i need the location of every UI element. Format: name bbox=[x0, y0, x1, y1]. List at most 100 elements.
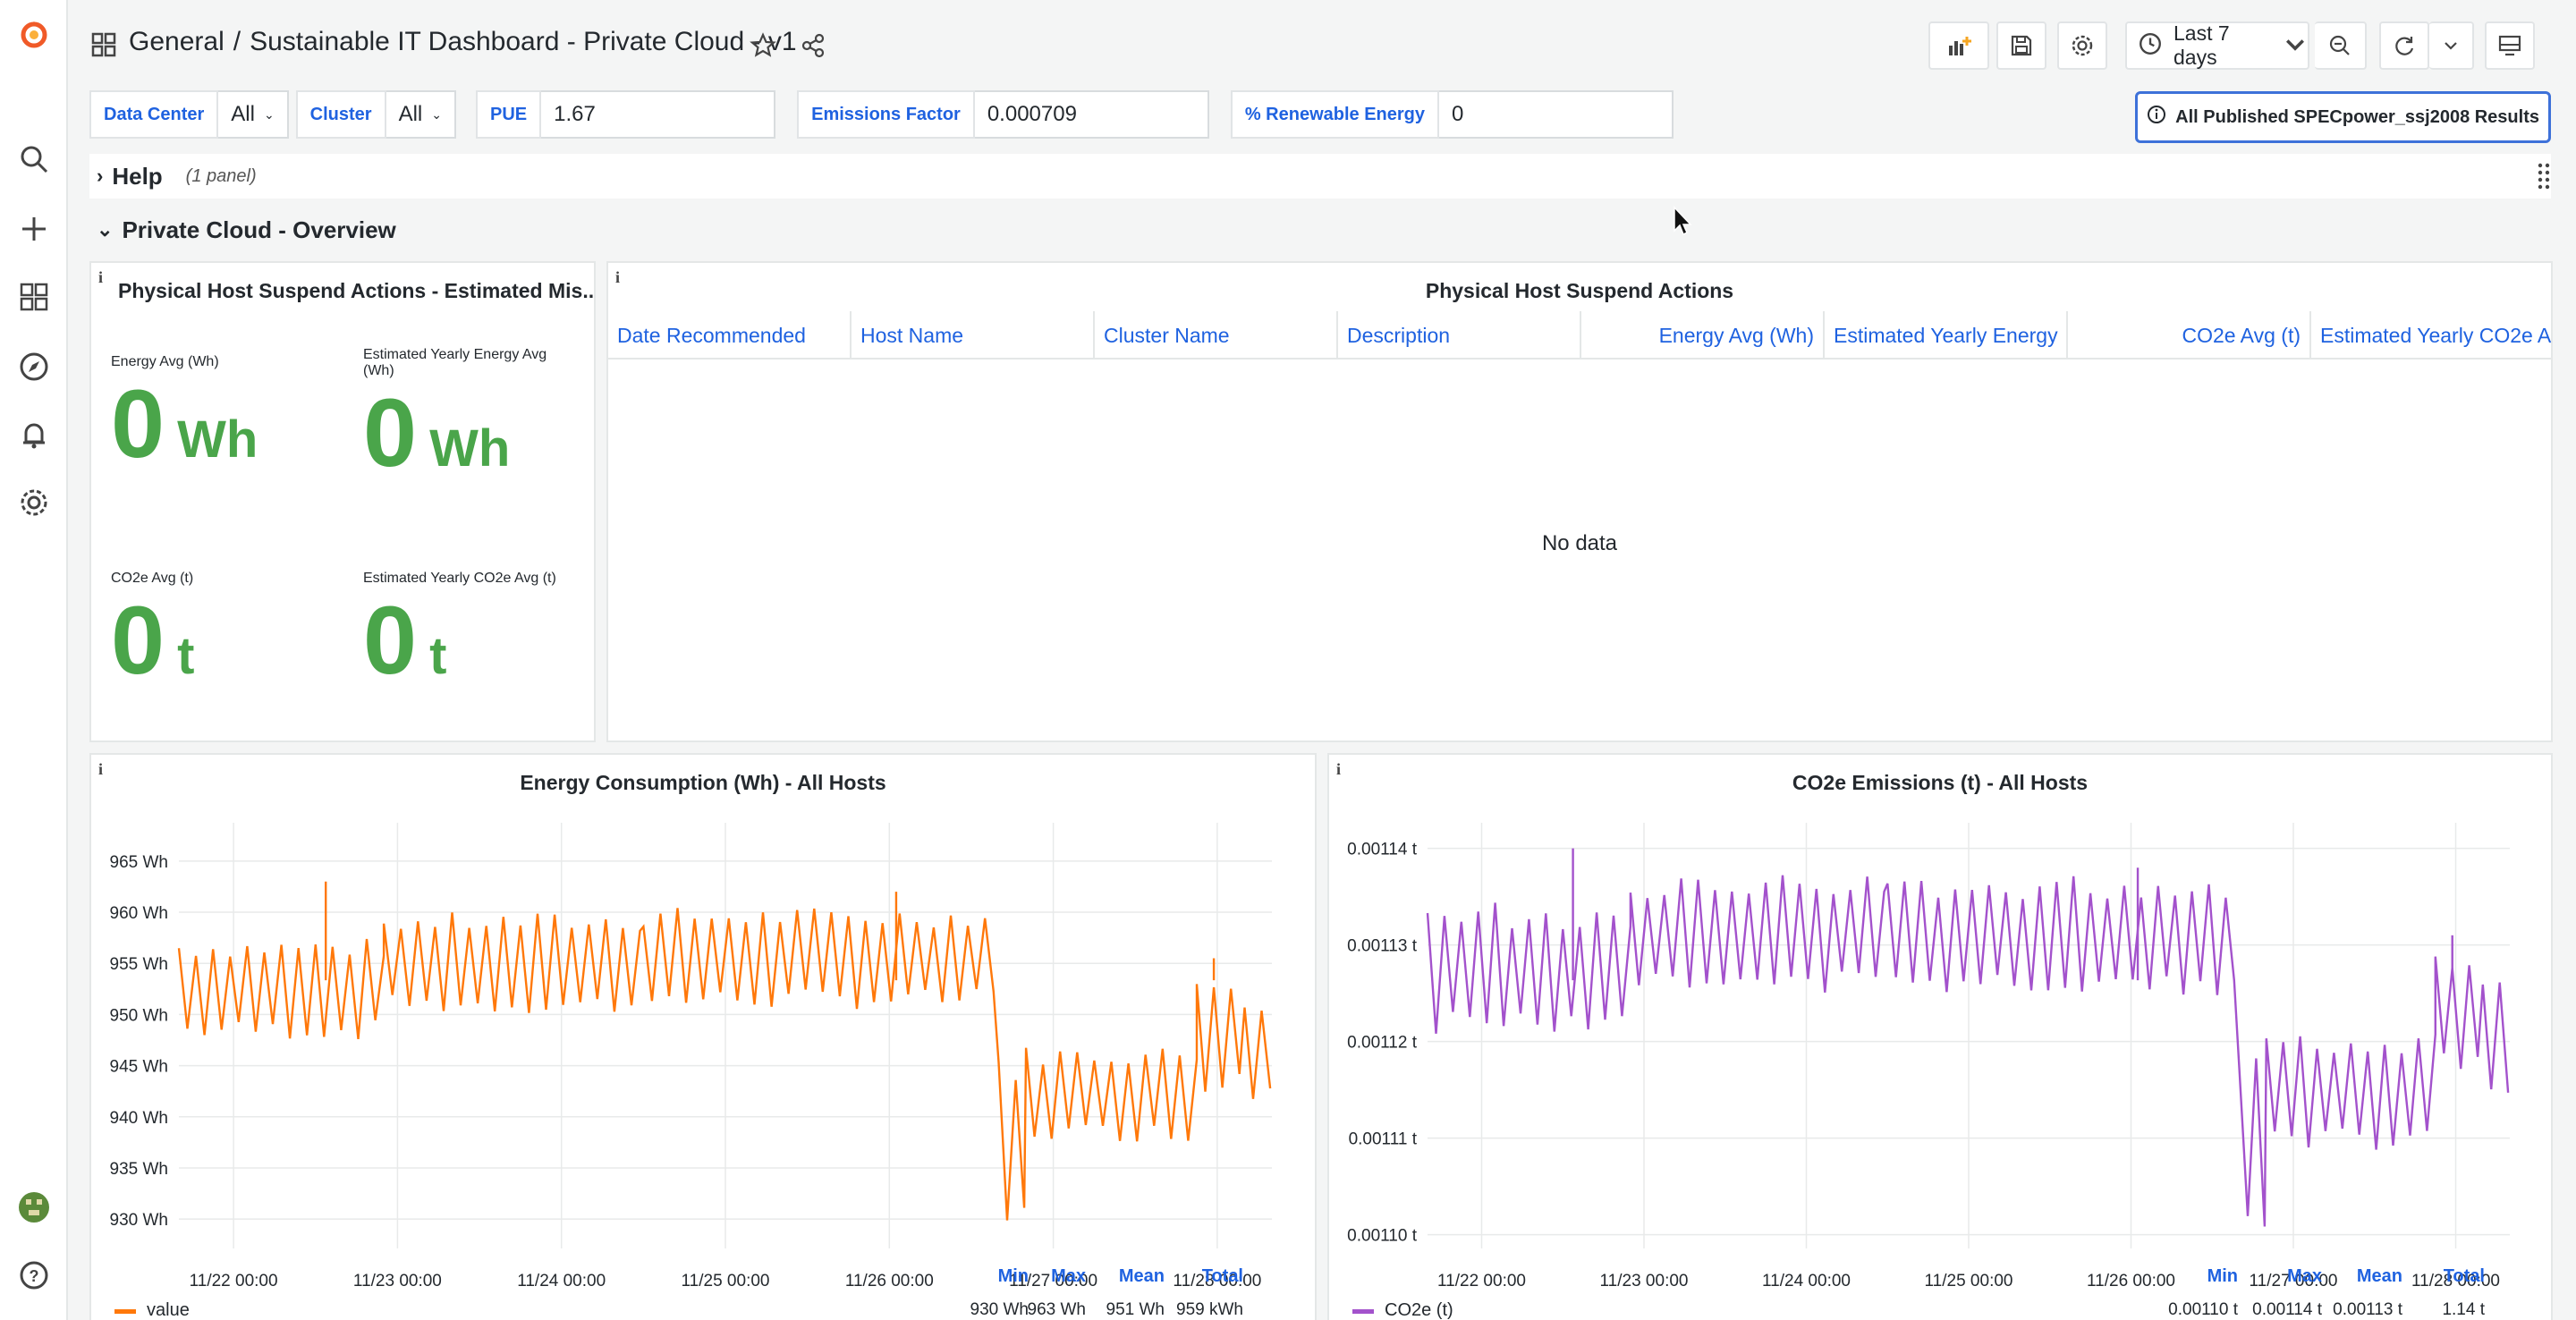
var-input-pue[interactable]: 1.67 bbox=[541, 90, 776, 139]
var-select-cluster[interactable]: All ⌄ bbox=[386, 90, 456, 139]
stat-label: Estimated Yearly Energy Avg (Wh) bbox=[363, 347, 547, 378]
legend-header[interactable]: Mean bbox=[1102, 1266, 1165, 1287]
legend-series-name: value bbox=[147, 1300, 190, 1320]
legend-series-row[interactable]: CO2e (t) 0.00110 t 0.00114 t 0.00113 t 1… bbox=[1329, 1299, 2551, 1320]
legend-mean: 951 Wh bbox=[1106, 1300, 1165, 1319]
stat-value: 0 bbox=[111, 369, 165, 478]
var-select-data-center[interactable]: All ⌄ bbox=[218, 90, 289, 139]
refresh-interval-dropdown[interactable] bbox=[2429, 21, 2474, 70]
stat-label: Energy Avg (Wh) bbox=[111, 354, 219, 369]
series-line[interactable] bbox=[177, 908, 1272, 1221]
clock-icon bbox=[2138, 31, 2163, 61]
legend-color-swatch bbox=[114, 1309, 136, 1314]
save-dashboard-button[interactable] bbox=[1996, 21, 2046, 70]
dashboard-title[interactable]: Sustainable IT Dashboard - Private Cloud… bbox=[250, 27, 796, 57]
co2-line-chart[interactable]: 0.00114 t 0.00113 t 0.00112 t 0.00111 t 0.00… bbox=[1329, 805, 2551, 1306]
series-line[interactable] bbox=[1426, 875, 2510, 1227]
legend-header[interactable]: Total bbox=[1181, 1266, 1243, 1287]
var-label-cluster: Cluster bbox=[295, 90, 386, 139]
col-header-yearly-energy[interactable]: Estimated Yearly Energy bbox=[1825, 311, 2068, 360]
y-tick-label: 960 Wh bbox=[110, 904, 168, 923]
add-panel-button[interactable] bbox=[1928, 21, 1989, 70]
breadcrumb-folder[interactable]: General bbox=[129, 27, 225, 57]
col-header-description[interactable]: Description bbox=[1338, 311, 1581, 360]
dashboard-link-specpower[interactable]: All Published SPECpower_ssj2008 Results bbox=[2135, 91, 2551, 143]
energy-line-chart[interactable]: 965 Wh 960 Wh 955 Wh 950 Wh 945 Wh 940 Wh 935 … bbox=[91, 805, 1315, 1306]
y-tick-label: 940 Wh bbox=[110, 1109, 168, 1128]
stat-unit: Wh bbox=[429, 419, 511, 478]
legend-header[interactable]: Total bbox=[2422, 1266, 2485, 1287]
settings-gear-icon[interactable] bbox=[16, 485, 52, 520]
mouse-cursor-icon bbox=[1673, 206, 1694, 242]
col-header-date[interactable]: Date Recommended bbox=[608, 311, 852, 360]
col-header-cluster[interactable]: Cluster Name bbox=[1095, 311, 1338, 360]
legend-header[interactable]: Min bbox=[975, 1266, 1029, 1287]
breadcrumb: General / Sustainable IT Dashboard - Pri… bbox=[129, 27, 797, 57]
legend-total: 1.14 t bbox=[2442, 1300, 2485, 1319]
star-icon[interactable] bbox=[750, 32, 776, 63]
stat-co2-avg: CO2e Avg (t) 0t bbox=[111, 571, 194, 689]
time-range-picker[interactable]: Last 7 days bbox=[2125, 21, 2309, 70]
legend-header[interactable]: Min bbox=[2184, 1266, 2238, 1287]
explore-compass-icon[interactable] bbox=[16, 349, 52, 385]
row-title-help: Help bbox=[112, 162, 163, 190]
panel-title: Energy Consumption (Wh) - All Hosts bbox=[520, 771, 886, 794]
stat-unit: t bbox=[177, 627, 195, 685]
col-header-energy-avg[interactable]: Energy Avg (Wh) bbox=[1581, 311, 1825, 360]
panel-title: Physical Host Suspend Actions - Estimate… bbox=[118, 279, 594, 302]
stat-unit: t bbox=[429, 627, 447, 685]
stat-label: CO2e Avg (t) bbox=[111, 571, 194, 586]
legend-color-swatch bbox=[1352, 1309, 1374, 1314]
top-navbar: General / Sustainable IT Dashboard - Pri… bbox=[68, 0, 2576, 89]
stat-yearly-co2: Estimated Yearly CO2e Avg (t) 0t bbox=[363, 571, 556, 689]
legend-header[interactable]: Max bbox=[1032, 1266, 1086, 1287]
legend-max: 0.00114 t bbox=[2252, 1300, 2322, 1319]
y-tick-label: 0.00111 t bbox=[1349, 1130, 1418, 1149]
y-tick-label: 950 Wh bbox=[110, 1006, 168, 1025]
legend-series-row[interactable]: value 930 Wh 963 Wh 951 Wh 959 kWh bbox=[91, 1299, 1315, 1320]
y-tick-label: 0.00114 t bbox=[1347, 841, 1418, 859]
y-tick-label: 965 Wh bbox=[110, 853, 168, 872]
stat-energy-avg: Energy Avg (Wh) 0 Wh bbox=[111, 354, 258, 472]
dashboard-settings-button[interactable] bbox=[2057, 21, 2107, 70]
legend-min: 0.00110 t bbox=[2168, 1300, 2238, 1319]
var-label-renewable-energy: % Renewable Energy bbox=[1230, 90, 1440, 139]
drag-handle-icon[interactable] bbox=[2537, 161, 2551, 198]
y-tick-label: 955 Wh bbox=[110, 955, 168, 974]
search-icon[interactable] bbox=[16, 141, 52, 177]
row-overview[interactable]: ⌄ Private Cloud - Overview bbox=[89, 207, 2551, 252]
var-input-renewable-energy[interactable]: 0 bbox=[1439, 90, 1674, 139]
legend-header[interactable]: Max bbox=[2268, 1266, 2322, 1287]
grafana-logo-icon[interactable] bbox=[16, 16, 52, 52]
share-icon[interactable] bbox=[800, 32, 826, 63]
svg-text:?: ? bbox=[30, 1267, 39, 1285]
row-title-overview: Private Cloud - Overview bbox=[122, 216, 396, 243]
legend-series-name: CO2e (t) bbox=[1385, 1300, 1453, 1320]
user-avatar[interactable] bbox=[16, 1189, 52, 1225]
help-icon[interactable]: ? bbox=[16, 1257, 52, 1293]
refresh-button[interactable] bbox=[2379, 21, 2429, 70]
chart-legend: Min Max Mean Total bbox=[91, 1266, 1315, 1302]
var-input-emissions-factor[interactable]: 0.000709 bbox=[974, 90, 1209, 139]
legend-header[interactable]: Mean bbox=[2340, 1266, 2402, 1287]
panel-title: CO2e Emissions (t) - All Hosts bbox=[1792, 771, 2089, 794]
y-tick-label: 0.00112 t bbox=[1347, 1034, 1418, 1053]
dashboards-icon[interactable] bbox=[16, 279, 52, 315]
y-tick-label: 930 Wh bbox=[110, 1211, 168, 1230]
view-mode-button[interactable] bbox=[2485, 21, 2535, 70]
row-subtitle-help: (1 panel) bbox=[185, 165, 257, 186]
chevron-down-icon bbox=[2283, 31, 2308, 61]
zoom-out-button[interactable] bbox=[2315, 21, 2367, 70]
time-range-label: Last 7 days bbox=[2174, 21, 2230, 69]
plus-icon[interactable] bbox=[16, 211, 52, 247]
col-header-co2-avg[interactable]: CO2e Avg (t) bbox=[2068, 311, 2311, 360]
y-tick-label: 945 Wh bbox=[110, 1058, 168, 1077]
row-help[interactable]: › Help (1 panel) bbox=[89, 154, 2551, 199]
y-tick-label: 935 Wh bbox=[110, 1160, 168, 1179]
col-header-yearly-co2[interactable]: Estimated Yearly CO2e A bbox=[2311, 311, 2553, 360]
col-header-host[interactable]: Host Name bbox=[852, 311, 1095, 360]
var-label-pue: PUE bbox=[475, 90, 542, 139]
energy-chart-panel: i Energy Consumption (Wh) - All Hosts 96… bbox=[89, 753, 1317, 1320]
dashboard-grid-icon bbox=[91, 32, 116, 62]
alerting-bell-icon[interactable] bbox=[16, 417, 52, 453]
